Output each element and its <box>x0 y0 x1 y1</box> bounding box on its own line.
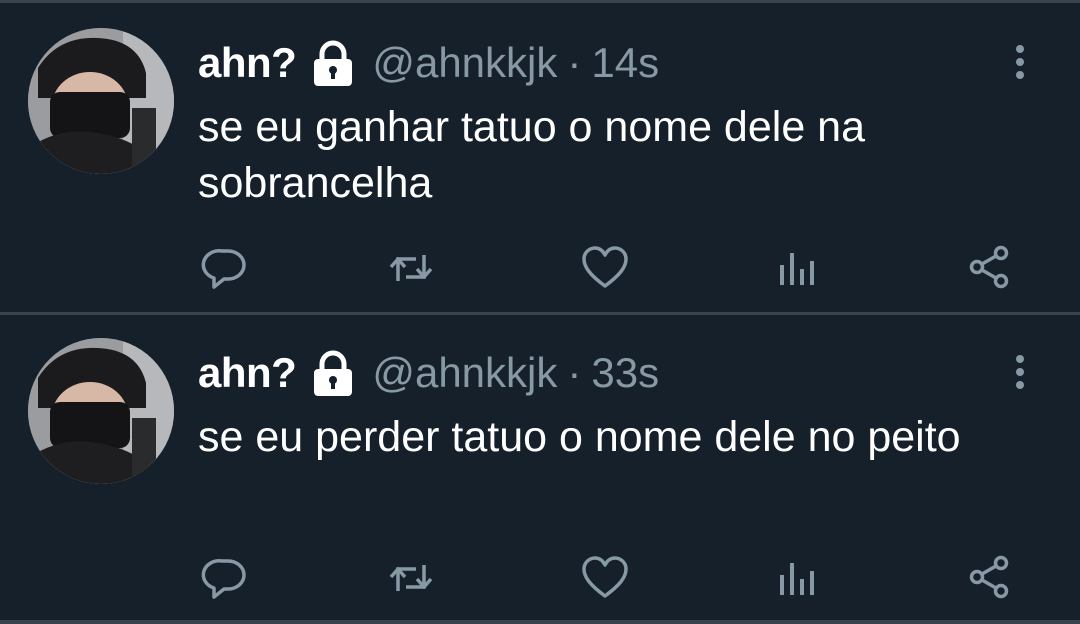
tweet-text: se eu ganhar tatuo o nome dele na sobran… <box>198 103 866 207</box>
separator-dot: · <box>567 349 582 396</box>
more-vertical-icon[interactable] <box>1008 43 1032 83</box>
tweet-actions <box>0 243 1080 293</box>
share-icon[interactable] <box>965 553 1015 603</box>
analytics-icon[interactable] <box>772 243 822 293</box>
analytics-icon[interactable] <box>772 553 822 603</box>
timestamp[interactable]: 33s <box>591 349 659 397</box>
display-name[interactable]: ahn? <box>198 39 297 87</box>
retweet-icon[interactable] <box>386 553 436 603</box>
username-handle[interactable]: @ahnkkjk <box>372 39 557 87</box>
avatar[interactable] <box>28 28 174 174</box>
share-icon[interactable] <box>965 243 1015 293</box>
lock-icon <box>308 348 358 398</box>
retweet-icon[interactable] <box>386 243 436 293</box>
reply-icon[interactable] <box>200 243 250 293</box>
avatar[interactable] <box>28 338 174 484</box>
timestamp[interactable]: 14s <box>591 39 659 87</box>
separator-dot: · <box>567 39 582 86</box>
tweet[interactable]: ahn? @ahnkkjk · 33s se eu perder tatuo o… <box>0 313 1080 621</box>
username-handle[interactable]: @ahnkkjk <box>372 349 557 397</box>
tweet-actions <box>0 553 1080 603</box>
lock-icon <box>308 38 358 88</box>
heart-icon[interactable] <box>580 243 630 293</box>
reply-icon[interactable] <box>200 553 250 603</box>
heart-icon[interactable] <box>580 553 630 603</box>
bottom-divider <box>0 620 1080 624</box>
display-name[interactable]: ahn? <box>198 349 297 397</box>
tweet[interactable]: ahn? @ahnkkjk · 14s se eu ganhar tatuo o… <box>0 3 1080 315</box>
tweet-text: se eu perder tatuo o nome dele no peito <box>198 413 961 461</box>
more-vertical-icon[interactable] <box>1008 353 1032 393</box>
